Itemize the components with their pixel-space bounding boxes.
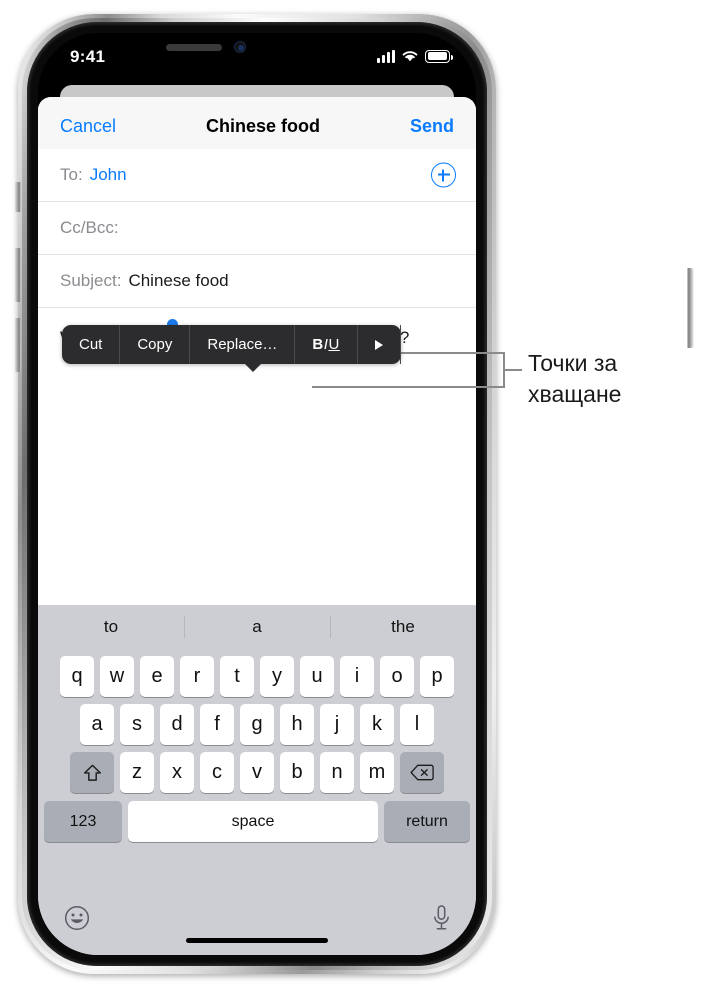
key-o[interactable]: o (380, 656, 414, 697)
earpiece-speaker (166, 44, 222, 51)
cc-bcc-label: Cc/Bcc: (60, 218, 119, 237)
key-m[interactable]: m (360, 752, 394, 793)
key-j[interactable]: j (320, 704, 354, 745)
right-triangle-icon (374, 339, 383, 350)
compose-navbar: Cancel Chinese food Send (38, 97, 476, 149)
battery-icon (425, 49, 453, 63)
compose-sheet: Cancel Chinese food Send To: John Cc/Bcc… (38, 97, 476, 955)
key-p[interactable]: p (420, 656, 454, 697)
numbers-key[interactable]: 123 (44, 801, 122, 842)
edit-menu[interactable]: Cut Copy Replace… BIU (62, 325, 401, 372)
key-l[interactable]: l (400, 704, 434, 745)
key-z[interactable]: z (120, 752, 154, 793)
shift-key[interactable] (70, 752, 114, 793)
silence-switch[interactable] (14, 182, 21, 212)
space-key[interactable]: space (128, 801, 378, 842)
home-indicator[interactable] (186, 938, 328, 943)
key-v[interactable]: v (240, 752, 274, 793)
status-time: 9:41 (70, 47, 106, 66)
edit-menu-pointer (244, 363, 262, 372)
keyboard-row-3: z x c v b n m (38, 752, 476, 793)
key-u[interactable]: u (300, 656, 334, 697)
status-indicators (377, 49, 453, 63)
prediction-2[interactable]: a (184, 617, 330, 637)
callout-line-1: Точки за (528, 350, 618, 376)
predictive-bar: to a the (38, 605, 476, 649)
front-camera-icon (234, 41, 246, 53)
cellular-bars-icon (377, 49, 395, 63)
subject-field[interactable]: Subject: Chinese food (38, 255, 476, 308)
key-f[interactable]: f (200, 704, 234, 745)
key-h[interactable]: h (280, 704, 314, 745)
to-label: To: (60, 165, 83, 184)
volume-down-button[interactable] (14, 318, 21, 372)
return-key[interactable]: return (384, 801, 470, 842)
key-r[interactable]: r (180, 656, 214, 697)
key-d[interactable]: d (160, 704, 194, 745)
key-n[interactable]: n (320, 752, 354, 793)
key-c[interactable]: c (200, 752, 234, 793)
subject-label: Subject: (60, 271, 122, 290)
key-s[interactable]: s (120, 704, 154, 745)
bold-label: B (312, 336, 324, 353)
delete-key[interactable] (400, 752, 444, 793)
edit-menu-cut[interactable]: Cut (62, 325, 121, 364)
edit-menu-copy[interactable]: Copy (120, 325, 191, 364)
screenshot-root: 9:41 Cancel Chinese food Send To: John C… (0, 0, 708, 988)
to-recipient[interactable]: John (90, 165, 127, 185)
callout-label: Точки за хващане (528, 348, 621, 410)
key-y[interactable]: y (260, 656, 294, 697)
prediction-3[interactable]: the (330, 617, 476, 637)
to-field[interactable]: To: John (38, 149, 476, 202)
key-e[interactable]: e (140, 656, 174, 697)
subject-value[interactable]: Chinese food (128, 271, 228, 291)
delete-backward-icon (410, 764, 434, 781)
volume-up-button[interactable] (14, 248, 21, 302)
microphone-icon[interactable] (433, 905, 450, 932)
key-x[interactable]: x (160, 752, 194, 793)
edit-menu-more[interactable] (358, 325, 401, 364)
phone-screen: 9:41 Cancel Chinese food Send To: John C… (38, 33, 476, 955)
shift-arrow-icon (83, 764, 101, 781)
page-title: Chinese food (206, 115, 321, 136)
edit-menu-format[interactable]: BIU (295, 325, 358, 364)
key-k[interactable]: k (360, 704, 394, 745)
prediction-1[interactable]: to (38, 617, 184, 637)
keyboard-row-1: q w e r t y u i o p (38, 656, 476, 697)
cancel-button[interactable]: Cancel (60, 116, 116, 137)
side-power-button[interactable] (687, 268, 694, 348)
key-i[interactable]: i (340, 656, 374, 697)
underline-label: U (328, 336, 340, 353)
smiley-face-icon[interactable] (64, 905, 90, 931)
edit-menu-replace[interactable]: Replace… (190, 325, 296, 364)
cc-bcc-field[interactable]: Cc/Bcc: (38, 202, 476, 255)
callout-line-2: хващане (528, 381, 622, 407)
key-g[interactable]: g (240, 704, 274, 745)
status-bar: 9:41 (38, 33, 476, 85)
key-t[interactable]: t (220, 656, 254, 697)
key-w[interactable]: w (100, 656, 134, 697)
key-b[interactable]: b (280, 752, 314, 793)
key-a[interactable]: a (80, 704, 114, 745)
keyboard-bottom-bar (38, 899, 476, 955)
send-button[interactable]: Send (410, 116, 454, 137)
wifi-icon (402, 51, 418, 62)
key-q[interactable]: q (60, 656, 94, 697)
plus-circle-icon[interactable] (431, 162, 456, 188)
keyboard-row-2: a s d f g h j k l (38, 704, 476, 745)
keyboard-row-4: 123 space return (38, 801, 476, 842)
onscreen-keyboard: to a the q w e r t y u i o p a s d f g h… (38, 605, 476, 955)
